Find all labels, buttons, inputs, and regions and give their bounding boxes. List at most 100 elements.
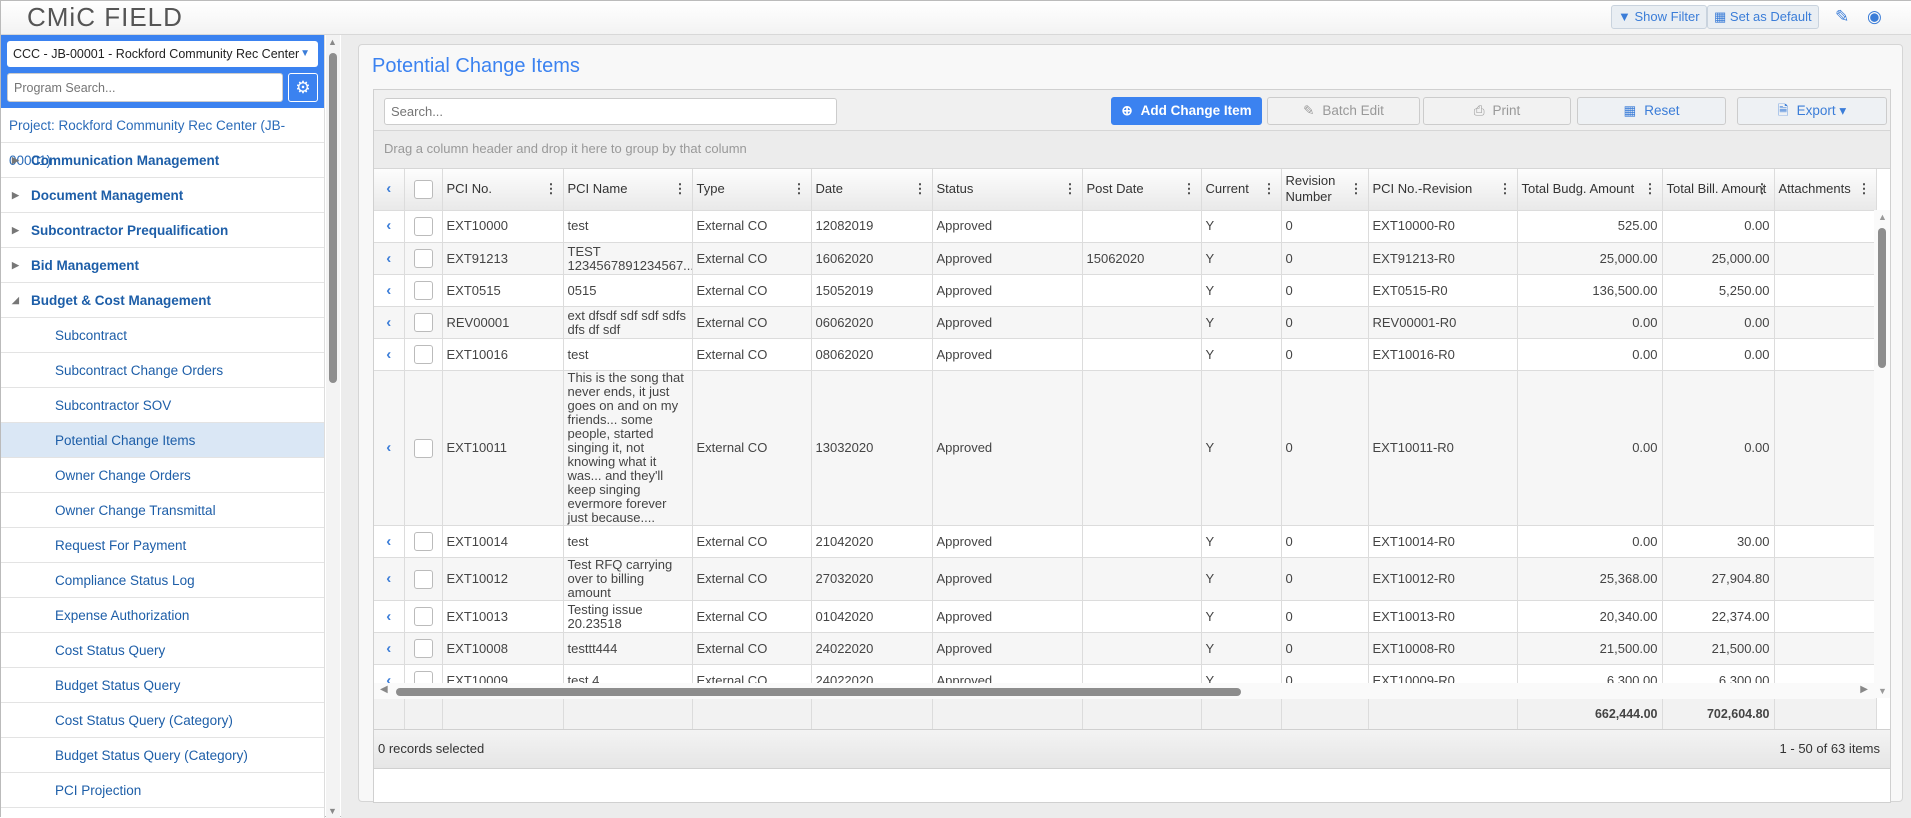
sidebar-item[interactable]: PCI Projection <box>1 773 324 808</box>
table-row[interactable]: ‹ EXT10000 test External CO 12082019 Approved… <box>374 210 1877 243</box>
sidebar-item[interactable]: Owner Change Transmittal <box>1 493 324 528</box>
project-label[interactable]: Project: Rockford Community Rec Center (… <box>1 108 324 168</box>
sidebar-item[interactable]: Owner Change Orders <box>1 458 324 493</box>
edit-icon[interactable]: ✎ <box>1835 7 1849 27</box>
column-header[interactable]: Post Date ⋮ <box>1082 169 1202 211</box>
column-header[interactable]: PCI Name ⋮ <box>563 169 693 211</box>
column-menu-icon[interactable]: ⋮ <box>674 181 687 197</box>
scroll-down-icon[interactable]: ▼ <box>1878 686 1887 696</box>
row-select-cell[interactable] <box>404 557 443 601</box>
row-expand-icon[interactable]: ‹ <box>374 525 405 558</box>
export-button[interactable]: 🗎 Export ▾ <box>1737 97 1887 125</box>
reset-button[interactable]: ▦ Reset <box>1577 97 1726 125</box>
column-header[interactable]: Attachments ⋮ <box>1774 169 1877 211</box>
sidebar-item[interactable]: Request For Payment <box>1 528 324 563</box>
column-header[interactable]: Date ⋮ <box>811 169 933 211</box>
row-checkbox[interactable] <box>413 438 433 458</box>
select-all-cell[interactable] <box>404 169 443 211</box>
row-checkbox[interactable] <box>413 607 433 626</box>
print-button[interactable]: ⎙ Print <box>1423 97 1571 125</box>
group-drop-area[interactable]: Drag a column header and drop it here to… <box>374 131 1890 169</box>
column-menu-icon[interactable]: ⋮ <box>1064 181 1077 197</box>
sidebar-scrollbar[interactable]: ▲ ▼ <box>326 35 340 818</box>
column-menu-icon[interactable]: ⋮ <box>793 181 806 197</box>
row-expand-icon[interactable]: ‹ <box>374 338 405 371</box>
add-change-item-button[interactable]: ⊕ Add Change Item <box>1111 97 1262 125</box>
column-header[interactable]: Current ⋮ <box>1201 169 1282 211</box>
sidebar-item[interactable]: Cost Status Query (Category) <box>1 703 324 738</box>
row-checkbox[interactable] <box>413 249 433 268</box>
gear-icon[interactable]: ⚙ <box>288 73 318 102</box>
table-row[interactable]: ‹ EXT10008 testtt444 External CO 24022020 App… <box>374 632 1877 665</box>
table-row[interactable]: ‹ EXT10016 test External CO 08062020 Approved… <box>374 338 1877 371</box>
row-expand-icon[interactable]: ‹ <box>374 274 405 307</box>
row-select-cell[interactable] <box>404 210 443 243</box>
show-filter-button[interactable]: ▼ Show Filter <box>1611 5 1707 29</box>
column-header[interactable]: Revision Number ⋮ <box>1281 169 1369 211</box>
column-header[interactable]: Total Budg. Amount ⋮ <box>1517 169 1663 211</box>
sidebar-item[interactable]: Expense Authorization <box>1 598 324 633</box>
scroll-right-icon[interactable]: ▶ <box>1860 684 1868 695</box>
row-expand-icon[interactable]: ‹ <box>374 632 405 665</box>
column-menu-icon[interactable]: ⋮ <box>1756 181 1769 197</box>
row-select-cell[interactable] <box>404 274 443 307</box>
row-select-cell[interactable] <box>404 306 443 339</box>
row-expand-icon[interactable]: ‹ <box>374 210 405 243</box>
select-all-checkbox[interactable] <box>413 179 433 199</box>
column-menu-icon[interactable]: ⋮ <box>1263 181 1276 197</box>
column-menu-icon[interactable]: ⋮ <box>914 181 927 197</box>
table-row[interactable]: ‹ REV00001 ext dfsdf sdf sdf sdfs dfs df s… <box>374 306 1877 339</box>
sidebar-item[interactable]: Compliance Status Log <box>1 563 324 598</box>
sidebar-group[interactable]: ▶ Communication Management <box>1 143 324 178</box>
column-menu-icon[interactable]: ⋮ <box>545 181 558 197</box>
row-select-cell[interactable] <box>404 338 443 371</box>
scrollbar-thumb[interactable] <box>1878 228 1886 368</box>
table-row[interactable]: ‹ EXT10013 Testing issue 20.23518 External … <box>374 600 1877 633</box>
table-row[interactable]: ‹ EXT10011 This is the song that never end… <box>374 370 1877 526</box>
scrollbar-thumb[interactable] <box>396 688 1241 696</box>
row-select-cell[interactable] <box>404 632 443 665</box>
grid-horizontal-scrollbar[interactable]: ◀ ▶ <box>374 683 1874 699</box>
row-select-cell[interactable] <box>404 600 443 633</box>
column-menu-icon[interactable]: ⋮ <box>1350 181 1363 197</box>
column-menu-icon[interactable]: ⋮ <box>1644 181 1657 197</box>
scroll-left-icon[interactable]: ◀ <box>380 684 388 695</box>
sidebar-group[interactable]: ▶ Subcontractor Prequalification <box>1 213 324 248</box>
set-as-default-button[interactable]: ▦ Set as Default <box>1707 5 1819 29</box>
column-menu-icon[interactable]: ⋮ <box>1858 181 1871 197</box>
column-header[interactable]: Status ⋮ <box>932 169 1083 211</box>
column-menu-icon[interactable]: ⋮ <box>1183 181 1196 197</box>
scroll-up-icon[interactable]: ▲ <box>1878 212 1887 222</box>
grid-vertical-scrollbar[interactable]: ▲ ▼ <box>1874 210 1890 698</box>
column-header[interactable]: Type ⋮ <box>692 169 812 211</box>
row-select-cell[interactable] <box>404 525 443 558</box>
column-header[interactable]: PCI No.-Revision ⋮ <box>1368 169 1518 211</box>
row-checkbox[interactable] <box>413 639 433 658</box>
grid-search-input[interactable] <box>384 98 837 125</box>
collapse-all-icon[interactable]: ‹ <box>374 169 405 211</box>
column-menu-icon[interactable]: ⋮ <box>1499 181 1512 197</box>
column-header[interactable]: PCI No. ⋮ <box>442 169 564 211</box>
row-select-cell[interactable] <box>404 370 443 526</box>
sidebar-item[interactable]: Cost Status Query <box>1 633 324 668</box>
user-profile-icon[interactable]: ◉ <box>1867 7 1882 27</box>
row-expand-icon[interactable]: ‹ <box>374 600 405 633</box>
sidebar-item[interactable]: Subcontract Change Orders <box>1 353 324 388</box>
row-checkbox[interactable] <box>413 569 433 589</box>
scrollbar-thumb[interactable] <box>329 53 337 383</box>
sidebar-item[interactable]: Subcontract <box>1 318 324 353</box>
table-row[interactable]: ‹ EXT10014 test External CO 21042020 Approved… <box>374 525 1877 558</box>
row-select-cell[interactable] <box>404 242 443 275</box>
row-checkbox[interactable] <box>413 216 433 236</box>
row-expand-icon[interactable]: ‹ <box>374 557 405 601</box>
sidebar-group[interactable]: ▶ Bid Management <box>1 248 324 283</box>
program-search-input[interactable] <box>7 73 283 102</box>
sidebar-group[interactable]: ▶ Document Management <box>1 178 324 213</box>
row-expand-icon[interactable]: ‹ <box>374 370 405 526</box>
batch-edit-button[interactable]: ✎ Batch Edit <box>1267 97 1420 125</box>
column-header[interactable]: Total Bill. Amount ⋮ <box>1662 169 1775 211</box>
row-checkbox[interactable] <box>413 532 433 551</box>
job-select[interactable]: CCC - JB-00001 - Rockford Community Rec … <box>7 41 318 67</box>
row-checkbox[interactable] <box>413 313 433 332</box>
table-row[interactable]: ‹ EXT0515 0515 External CO 15052019 Approved Y… <box>374 274 1877 307</box>
